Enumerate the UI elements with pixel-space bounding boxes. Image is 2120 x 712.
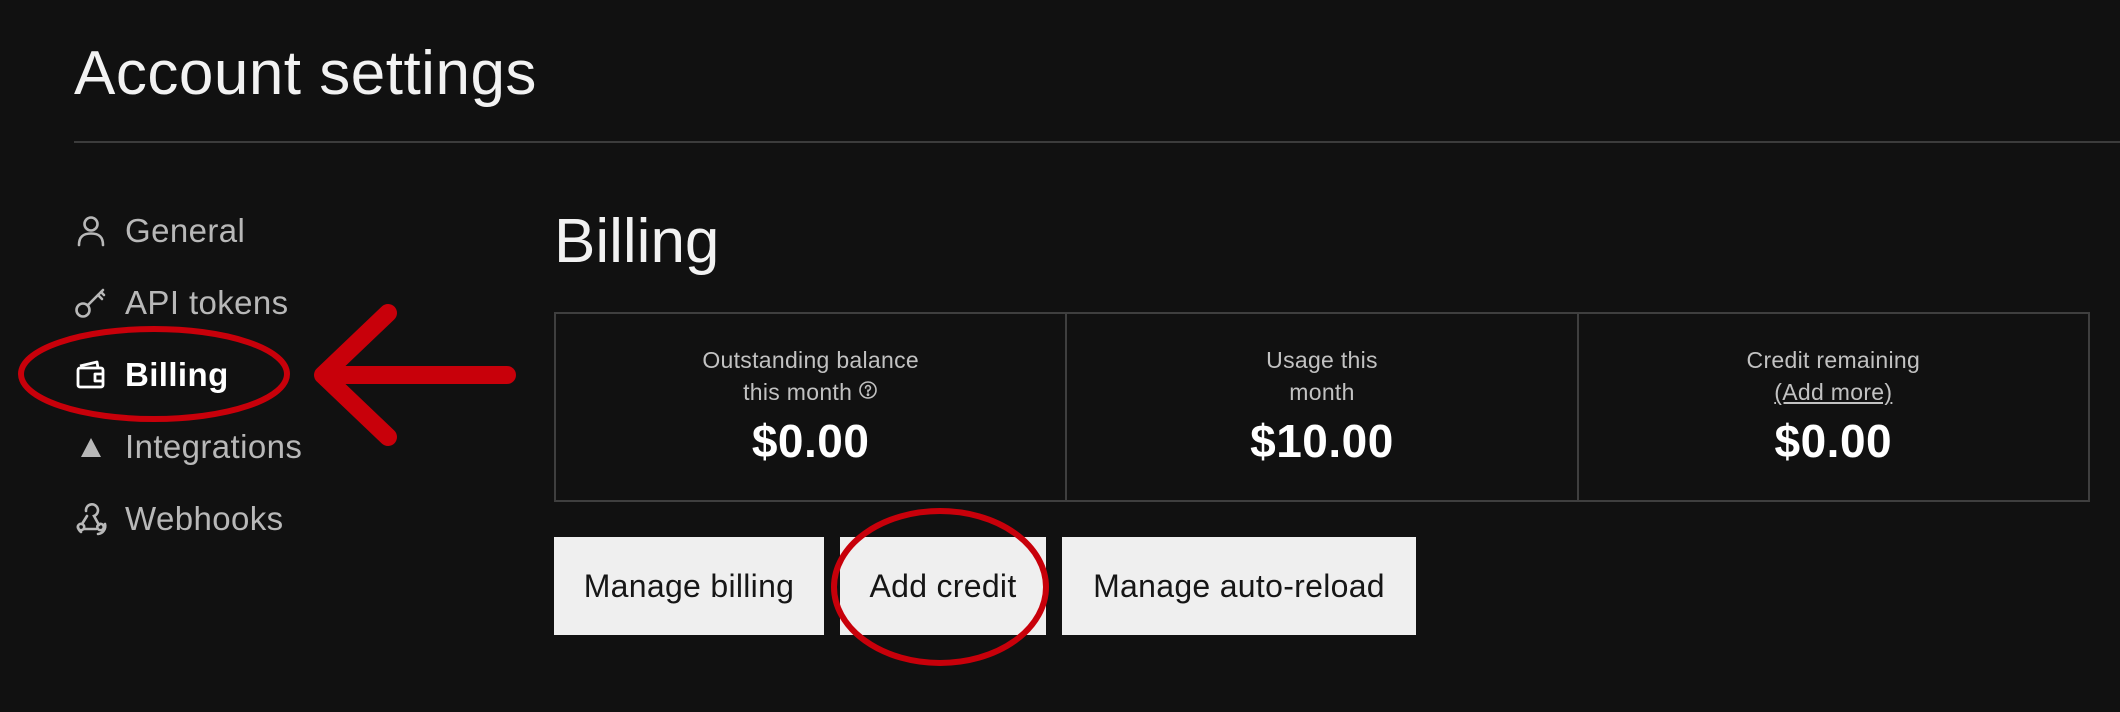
stat-outstanding-balance: Outstanding balance this month $0.00 [556,314,1068,500]
sidebar-item-label: Webhooks [125,500,284,537]
key-icon [74,286,108,320]
add-more-link[interactable]: (Add more) [1774,379,1892,405]
header-divider [74,141,2120,143]
user-icon [74,214,108,248]
stat-usage-this-month: Usage this month $10.00 [1067,314,1579,500]
billing-stats: Outstanding balance this month $0.00 Usa… [554,312,2090,502]
stat-label: Outstanding balance this month [556,344,1065,408]
triangle-icon [74,430,108,464]
add-credit-button[interactable]: Add credit [840,537,1046,635]
stat-label-text: this month [743,379,853,405]
question-circle-icon[interactable] [858,376,878,408]
sidebar-item-label: General [125,212,246,249]
sidebar-item-billing[interactable]: Billing [74,350,229,400]
wallet-icon [74,358,108,392]
sidebar-item-label: Integrations [125,428,303,465]
sidebar-item-label: Billing [125,356,229,393]
stat-label: Usage this month [1067,344,1576,408]
page-title: Account settings [74,39,537,108]
stat-label-line: this month [556,376,1065,408]
sidebar-item-webhooks[interactable]: Webhooks [74,494,284,544]
stat-label-line: Credit remaining [1746,347,1921,373]
stat-label: Credit remaining (Add more) [1579,344,2088,408]
sidebar-item-general[interactable]: General [74,206,245,256]
stat-value: $0.00 [751,415,870,467]
account-settings-page: Account settings General API tokens Bill… [0,0,2120,712]
manage-billing-button[interactable]: Manage billing [554,537,824,635]
stat-value: $0.00 [1774,415,1893,467]
webhook-icon [74,502,108,536]
stat-label-line: (Add more) [1579,376,2088,408]
stat-label-line: month [1289,379,1355,405]
sidebar-item-label: API tokens [125,284,289,321]
stat-credit-remaining: Credit remaining (Add more) $0.00 [1579,314,2088,500]
sidebar-item-integrations[interactable]: Integrations [74,422,302,472]
manage-auto-reload-button[interactable]: Manage auto-reload [1062,537,1416,635]
billing-heading: Billing [554,207,720,276]
stat-label-line: Outstanding balance [702,347,919,373]
red-arrow-icon [314,304,516,446]
sidebar-item-api-tokens[interactable]: API tokens [74,278,289,328]
stat-label-line: Usage this [1266,347,1378,373]
stat-value: $10.00 [1250,415,1394,467]
